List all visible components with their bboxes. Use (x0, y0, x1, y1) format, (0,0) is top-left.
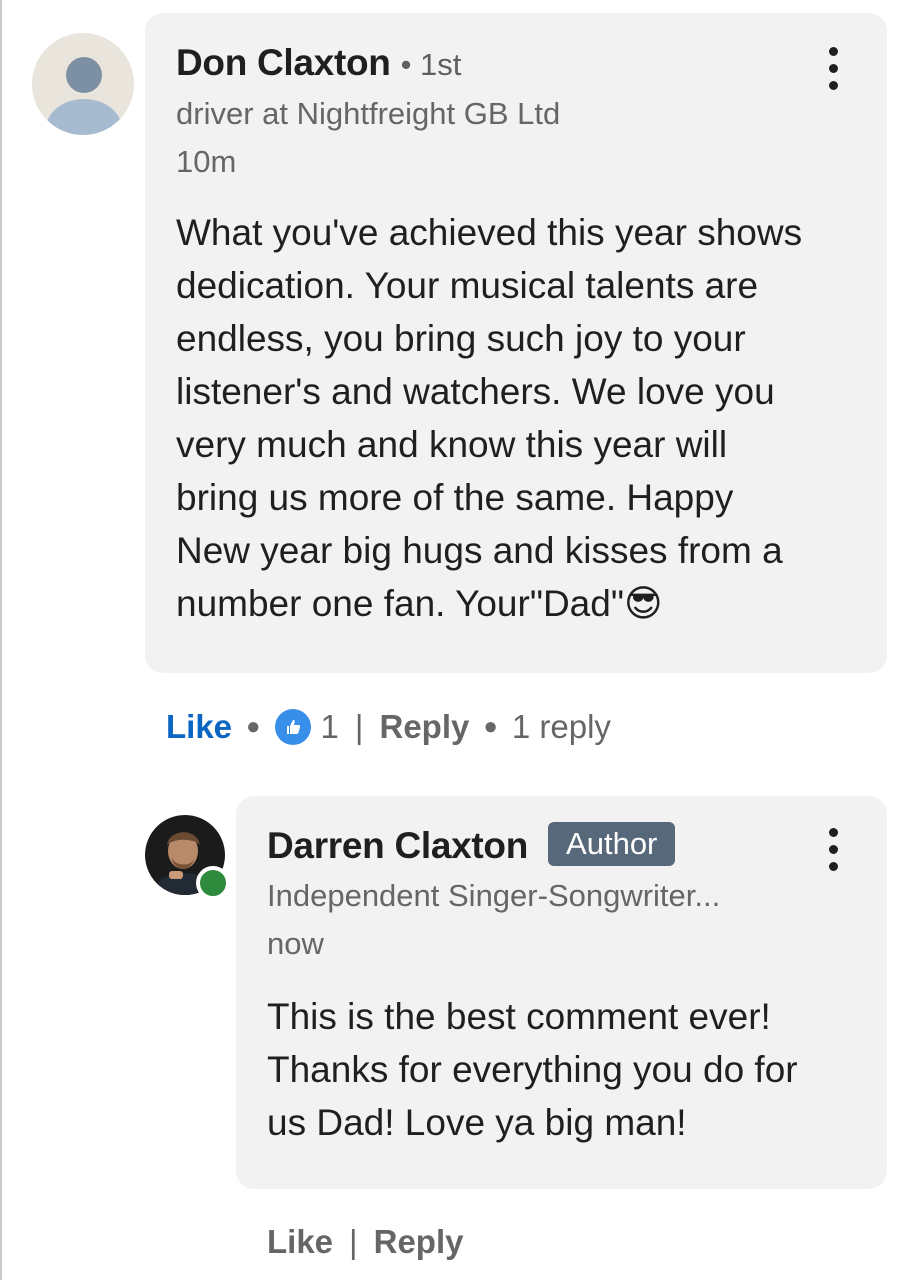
reply-button[interactable]: Reply (379, 708, 469, 746)
connection-degree: • 1st (400, 47, 462, 82)
more-options-icon[interactable] (827, 47, 839, 90)
reply-header: Darren Claxton Author (267, 822, 676, 868)
comment-actions: Like ● 1 | Reply ● 1 reply (166, 705, 611, 749)
reply-text: This is the best comment ever! Thanks fo… (267, 996, 798, 1143)
comment-header: Don Claxton • 1st (176, 42, 461, 84)
separator-pipe: | (354, 708, 364, 745)
reply-reply-button[interactable]: Reply (374, 1223, 464, 1261)
reply-timestamp: now (267, 926, 324, 961)
reply-actions: Like | Reply (267, 1220, 464, 1264)
author-badge: Author (548, 822, 676, 866)
more-options-icon[interactable] (827, 828, 839, 871)
comment-timestamp: 10m (176, 144, 237, 179)
comment-text: What you've achieved this year shows ded… (176, 212, 803, 624)
like-reaction-icon[interactable] (274, 709, 311, 745)
like-button[interactable]: Like (166, 708, 232, 746)
online-status-icon (196, 866, 230, 900)
reply-like-button[interactable]: Like (267, 1223, 333, 1261)
separator-dot: ● (483, 713, 498, 740)
commenter-avatar[interactable] (32, 33, 134, 135)
commenter-headline: driver at Nightfreight GB Ltd (176, 96, 561, 131)
default-avatar-shoulders (46, 99, 122, 135)
reaction-count[interactable]: 1 (321, 708, 339, 746)
replies-count-link[interactable]: 1 reply (512, 708, 611, 746)
separator-dot: ● (246, 713, 261, 740)
default-avatar-icon (66, 57, 102, 93)
reply-author-headline: Independent Singer-Songwriter... (267, 878, 721, 913)
commenter-name[interactable]: Don Claxton (176, 42, 391, 84)
reply-author-name[interactable]: Darren Claxton (267, 825, 528, 867)
separator-pipe: | (349, 1223, 358, 1260)
